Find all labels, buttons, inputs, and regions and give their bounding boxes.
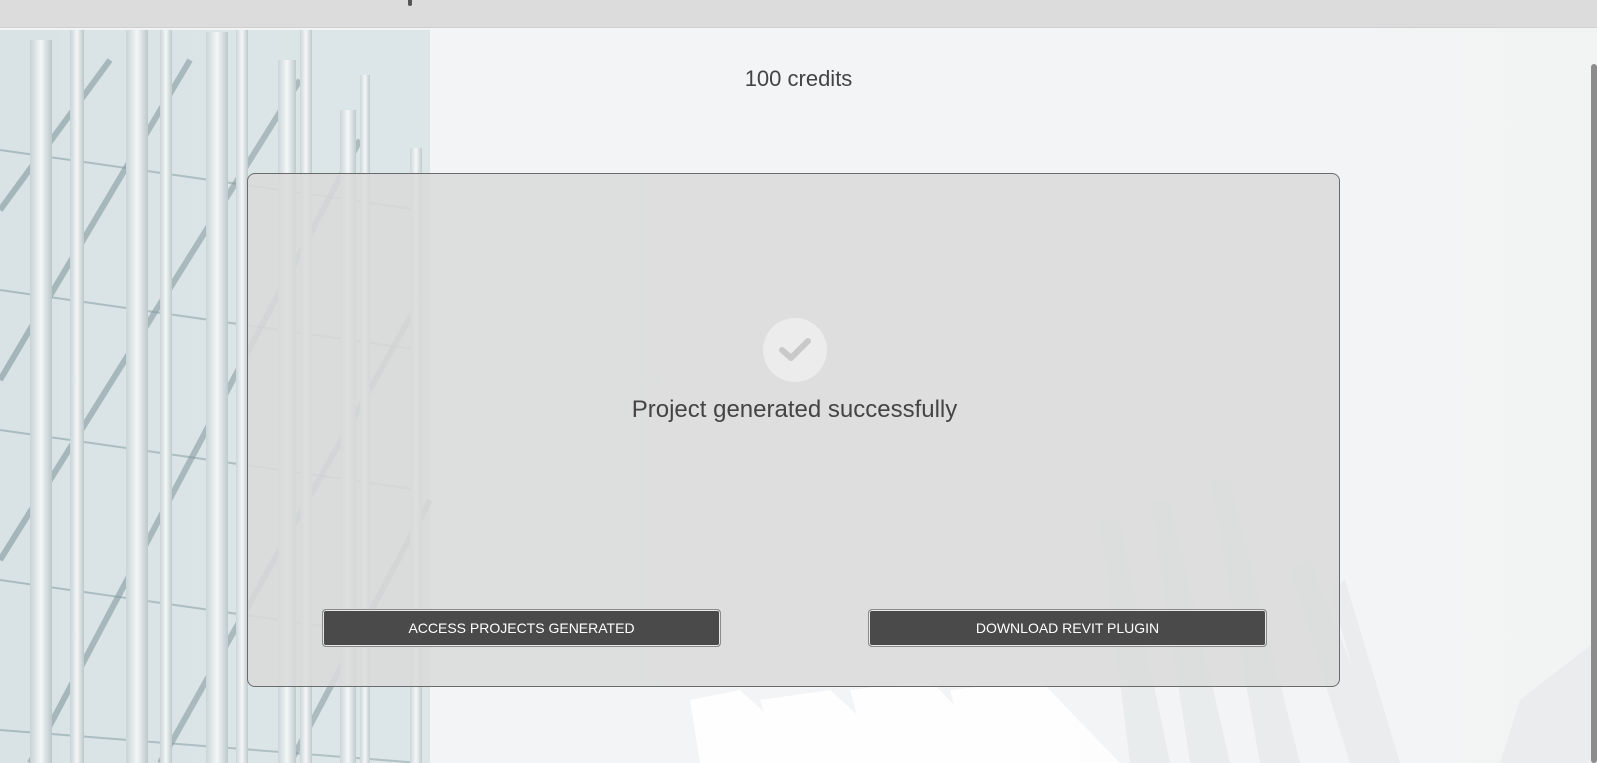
download-revit-plugin-button[interactable]: DOWNLOAD REVIT PLUGIN [868, 609, 1267, 647]
top-bar-glyph [408, 0, 412, 6]
check-circle-icon [763, 318, 827, 382]
credits-label: 100 credits [744, 66, 853, 91]
checkmark-icon [779, 338, 811, 361]
result-panel: Project generated successfully ACCESS PR… [247, 173, 1340, 687]
page: 100 credits Project generated successful… [0, 0, 1597, 763]
top-bar [0, 0, 1597, 28]
status-message: Project generated successfully [631, 396, 958, 423]
scrollbar[interactable] [1591, 64, 1597, 763]
access-projects-button[interactable]: ACCESS PROJECTS GENERATED [322, 609, 721, 647]
